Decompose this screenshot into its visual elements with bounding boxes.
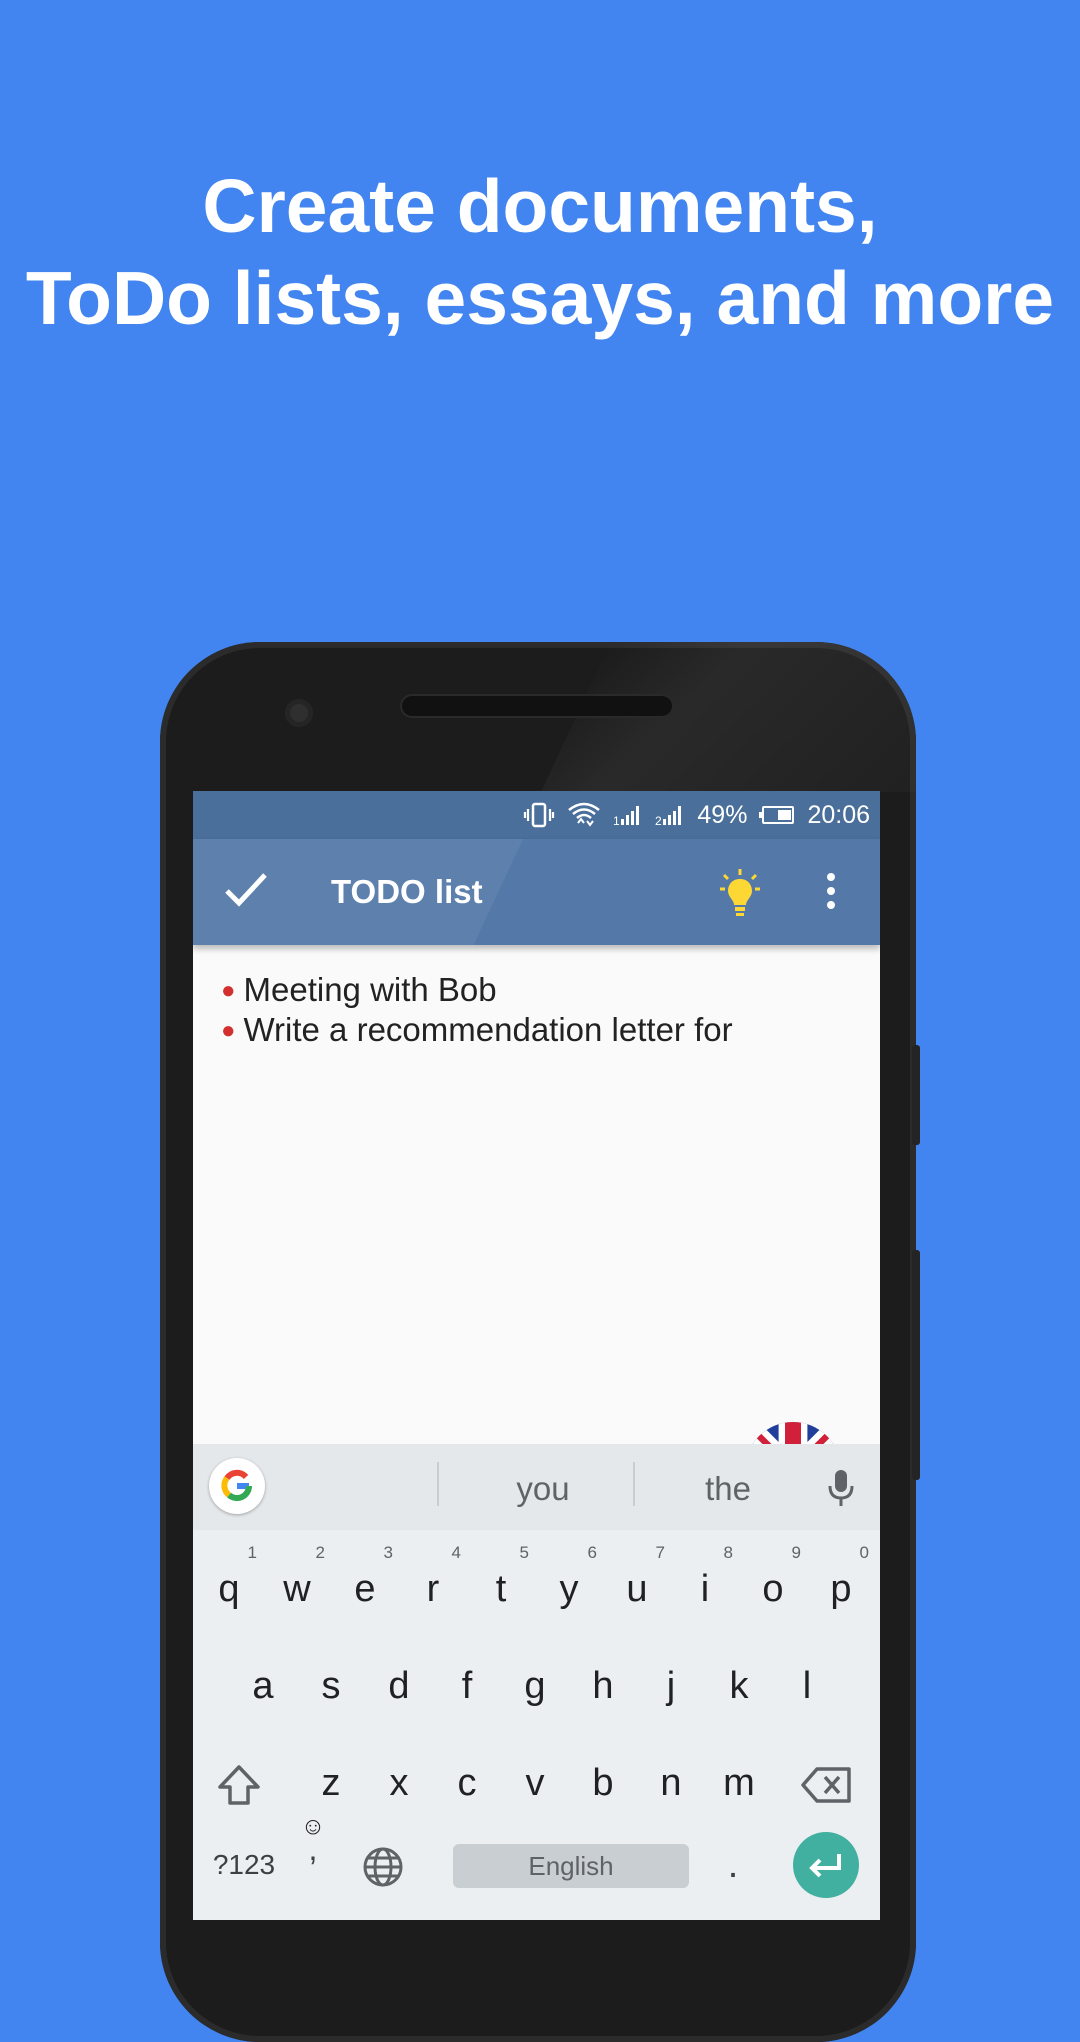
document-editor[interactable]: ● Meeting with Bob ● Write a recommendatio… — [193, 945, 880, 1518]
phone-screen: 1 2 49% 20:06 TODO list ● Meeting with Bo… — [193, 791, 880, 1920]
volume-button — [912, 1250, 920, 1480]
key-s[interactable]: s — [297, 1641, 365, 1731]
key-label: w — [283, 1568, 311, 1610]
power-button — [912, 1045, 920, 1145]
svg-text:1: 1 — [613, 814, 620, 827]
signal-sim2-icon: 2 — [655, 803, 685, 827]
bullet-icon: ● — [221, 1017, 236, 1044]
key-u[interactable]: u7 — [603, 1543, 671, 1634]
key-hint: 3 — [383, 1543, 393, 1562]
headline-line-2: ToDo lists, essays, and more — [25, 256, 1055, 340]
vibrate-icon — [523, 801, 555, 829]
key-r[interactable]: r4 — [399, 1543, 467, 1634]
app-bar: TODO list — [193, 839, 880, 945]
key-label: t — [495, 1568, 507, 1610]
space-bar[interactable]: English — [453, 1844, 689, 1888]
key-a[interactable]: a — [229, 1641, 297, 1731]
battery-percent: 49% — [697, 800, 748, 829]
globe-icon[interactable] — [353, 1820, 413, 1910]
key-label: o — [762, 1568, 784, 1610]
signal-sim1-icon: 1 — [613, 803, 643, 827]
key-hint: 0 — [859, 1543, 869, 1562]
key-b[interactable]: b — [569, 1738, 637, 1828]
google-g-icon[interactable] — [209, 1458, 265, 1514]
key-hint: 2 — [315, 1543, 325, 1562]
key-hint: 5 — [519, 1543, 529, 1562]
suggestion-1[interactable]: you — [473, 1470, 613, 1508]
key-n[interactable]: n — [637, 1738, 705, 1828]
svg-text:2: 2 — [655, 814, 662, 827]
status-bar: 1 2 49% 20:06 — [193, 791, 880, 839]
shift-key[interactable] — [205, 1738, 273, 1828]
list-item[interactable]: ● Meeting with Bob — [221, 971, 497, 1009]
suggestion-bar: you the my — [193, 1444, 880, 1530]
key-hint: 4 — [451, 1543, 461, 1562]
key-x[interactable]: x — [365, 1738, 433, 1828]
document-title: TODO list — [331, 873, 483, 910]
suggestion-divider — [437, 1462, 439, 1506]
promo-headline: Create documents, ToDo lists, essays, an… — [0, 160, 1080, 344]
key-label: p — [830, 1568, 852, 1610]
key-g[interactable]: g — [501, 1641, 569, 1731]
suggestion-2[interactable]: the — [658, 1470, 798, 1508]
list-item[interactable]: ● Write a recommendation letter for — [221, 1011, 733, 1049]
key-w[interactable]: w2 — [263, 1543, 331, 1634]
key-label: e — [354, 1568, 376, 1610]
lightbulb-icon[interactable] — [718, 867, 762, 924]
key-label: y — [559, 1568, 579, 1610]
key-y[interactable]: y6 — [535, 1543, 603, 1634]
period-key[interactable]: . — [708, 1820, 758, 1910]
list-item-text: Write a recommendation letter for — [243, 1011, 733, 1048]
key-p[interactable]: p0 — [807, 1543, 875, 1634]
key-e[interactable]: e3 — [331, 1543, 399, 1634]
bullet-icon: ● — [221, 977, 236, 1004]
key-o[interactable]: o9 — [739, 1543, 807, 1634]
symbols-key[interactable]: ?123 — [207, 1820, 281, 1910]
key-c[interactable]: c — [433, 1738, 501, 1828]
more-vert-icon[interactable] — [825, 871, 837, 916]
check-icon[interactable] — [223, 869, 269, 914]
headline-line-1: Create documents, — [202, 164, 878, 248]
key-hint: 6 — [587, 1543, 597, 1562]
key-q[interactable]: q1 — [195, 1543, 263, 1634]
enter-key[interactable] — [793, 1832, 859, 1898]
key-hint: 9 — [791, 1543, 801, 1562]
key-d[interactable]: d — [365, 1641, 433, 1731]
key-i[interactable]: i8 — [671, 1543, 739, 1634]
microphone-icon[interactable] — [827, 1468, 855, 1513]
wifi-icon — [567, 800, 601, 830]
suggestion-divider — [633, 1462, 635, 1506]
front-camera — [285, 699, 313, 727]
soft-keyboard: you the my q1w2e3r4t5y6u7i8o9p0 asdfghjk… — [193, 1444, 880, 1920]
list-item-text: Meeting with Bob — [243, 971, 497, 1008]
battery-icon — [759, 805, 795, 825]
comma-key[interactable]: , — [293, 1829, 333, 1919]
key-h[interactable]: h — [569, 1641, 637, 1731]
key-k[interactable]: k — [705, 1641, 773, 1731]
key-label: u — [626, 1568, 648, 1610]
key-l[interactable]: l — [773, 1641, 841, 1731]
key-hint: 1 — [247, 1543, 257, 1562]
key-hint: 8 — [723, 1543, 733, 1562]
key-m[interactable]: m — [705, 1738, 773, 1828]
key-hint: 7 — [655, 1543, 665, 1562]
key-f[interactable]: f — [433, 1641, 501, 1731]
key-label: q — [218, 1568, 240, 1610]
key-label: r — [426, 1568, 440, 1610]
backspace-key[interactable] — [793, 1738, 861, 1828]
key-v[interactable]: v — [501, 1738, 569, 1828]
key-t[interactable]: t5 — [467, 1543, 535, 1634]
key-j[interactable]: j — [637, 1641, 705, 1731]
clock: 20:06 — [807, 800, 870, 829]
key-label: i — [700, 1568, 710, 1610]
earpiece-speaker — [400, 694, 674, 718]
